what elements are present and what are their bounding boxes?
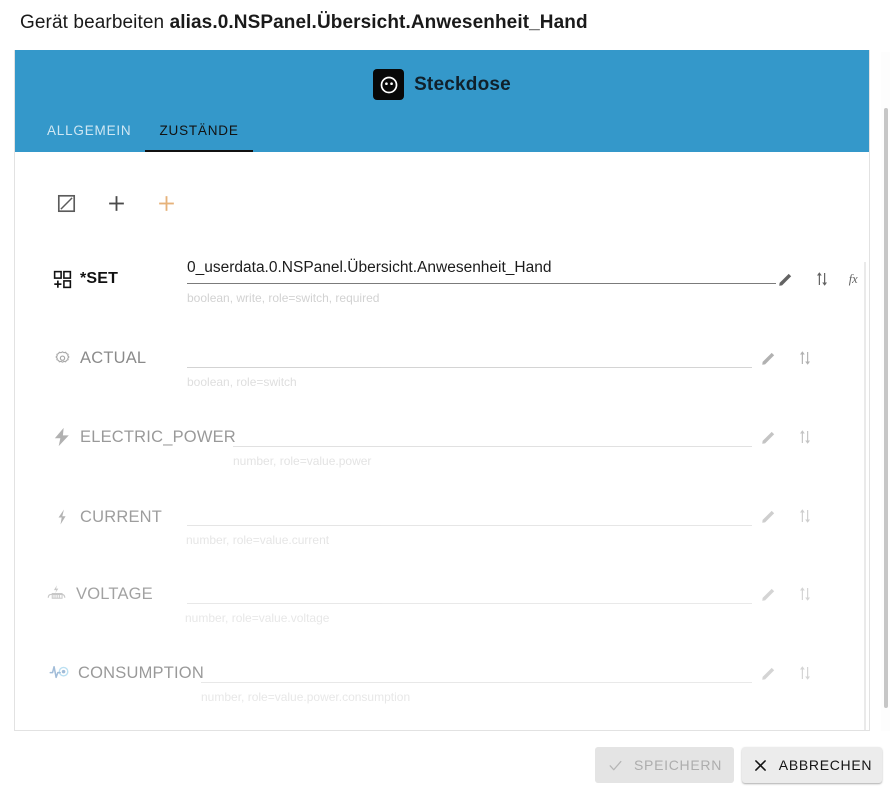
edit-box-icon[interactable] [53,190,79,216]
state-row-set-name: *SET [80,270,119,287]
page-scrollbar-thumb[interactable] [884,108,888,708]
state-row-set-field[interactable]: 0_userdata.0.NSPanel.Übersicht.Anwesenhe… [187,259,776,305]
state-row-current-value [187,501,752,522]
state-row-actual-label: ACTUAL [51,347,146,369]
state-row-voltage-value [187,579,752,600]
pulse-wave-icon [49,662,71,684]
save-button[interactable]: SPEICHERN [595,747,734,783]
state-row-electric-power-actions [759,427,814,446]
state-row-current-name: CURRENT [80,507,163,526]
swap-arrows-icon[interactable] [795,348,814,367]
state-row-consumption-label: CONSUMPTION [49,662,204,684]
field-underline [187,525,752,526]
edit-pencil-icon[interactable] [759,663,778,682]
state-row-set-actions: fx [776,269,867,288]
dialog-tabs: ALLGEMEIN ZUSTÄNDE [33,106,253,152]
state-row-electric-power-hint: number, role=value.power [233,454,372,468]
state-row-set: *SET 0_userdata.0.NSPanel.Übersicht.Anwe… [15,247,869,326]
state-row-consumption-actions [759,663,814,682]
state-row-consumption-value [201,658,752,679]
states-list: *SET 0_userdata.0.NSPanel.Übersicht.Anwe… [15,247,869,721]
field-underline [187,283,776,284]
state-row-current: CURRENT number, role=value.current [15,484,869,563]
state-row-set-hint: boolean, write, role=switch, required [187,291,380,305]
state-row-electric-power-label: ELECTRIC_POWER [51,426,236,448]
edit-device-dialog: Steckdose ALLGEMEIN ZUSTÄNDE *SET 0_user… [14,50,870,731]
state-row-current-hint: number, role=value.current [186,533,330,547]
field-underline [201,682,752,683]
swap-arrows-icon[interactable] [795,663,814,682]
states-toolbar [53,190,179,216]
cancel-button-label: ABBRECHEN [778,757,873,773]
check-icon [607,757,624,774]
edit-pencil-icon[interactable] [759,427,778,446]
device-brand: Steckdose [15,69,869,100]
resistor-icon [47,583,69,605]
device-brand-label: Steckdose [414,73,511,95]
edit-pencil-icon[interactable] [759,584,778,603]
swap-arrows-icon[interactable] [795,506,814,525]
edit-pencil-icon[interactable] [776,269,795,288]
close-x-icon [752,757,769,774]
page-title-object: alias.0.NSPanel.Übersicht.Anwesenheit_Ha… [169,12,588,33]
state-row-voltage-label: VOLTAGE [47,583,153,605]
state-row-consumption-field[interactable]: number, role=value.power.consumption [201,658,752,704]
field-underline [187,367,752,368]
state-row-current-label: CURRENT [51,506,162,528]
cancel-button[interactable]: ABBRECHEN [742,747,882,783]
add-custom-icon[interactable] [153,190,179,216]
dialog-body: *SET 0_userdata.0.NSPanel.Übersicht.Anwe… [15,152,869,730]
widgets-add-icon [51,268,73,290]
state-row-actual-actions [759,348,814,367]
add-icon[interactable] [103,190,129,216]
page-title-prefix: Gerät bearbeiten [20,12,165,33]
edit-pencil-icon[interactable] [759,348,778,367]
state-row-actual-value [187,343,752,364]
tab-allgemein[interactable]: ALLGEMEIN [33,123,145,152]
state-row-consumption-name: CONSUMPTION [78,663,204,682]
state-row-consumption: CONSUMPTION number, role=value.power.con… [15,642,869,721]
field-underline [233,446,752,447]
swap-arrows-icon[interactable] [812,269,831,288]
state-row-voltage-name: VOLTAGE [76,584,153,603]
state-row-voltage: VOLTAGE number, role=value.voltage [15,563,869,642]
state-row-electric-power-value [233,422,752,443]
page-scrollbar-track[interactable] [881,52,890,731]
bolt-filled-icon [51,426,73,448]
state-row-electric-power-field[interactable]: number, role=value.power [233,422,752,468]
state-row-actual-field[interactable]: boolean, role=switch [187,343,752,389]
state-row-consumption-hint: number, role=value.power.consumption [201,690,411,704]
panel-scrollbar[interactable] [864,262,866,730]
field-underline [187,603,752,604]
state-row-voltage-actions [759,584,814,603]
swap-arrows-icon[interactable] [795,584,814,603]
state-row-electric-power-name: ELECTRIC_POWER [80,427,236,446]
state-row-actual: ACTUAL boolean, role=switch [15,326,869,405]
state-row-voltage-field[interactable]: number, role=value.voltage [185,579,752,625]
state-row-voltage-hint: number, role=value.voltage [185,611,330,625]
state-row-current-field[interactable]: number, role=value.current [186,501,752,547]
page-title: Gerät bearbeiten alias.0.NSPanel.Übersic… [20,12,588,34]
state-row-set-value: 0_userdata.0.NSPanel.Übersicht.Anwesenhe… [187,259,552,276]
state-row-electric-power: ELECTRIC_POWER number, role=value.power [15,405,869,484]
power-socket-icon [373,69,405,100]
swap-arrows-icon[interactable] [795,427,814,446]
dialog-header: Steckdose ALLGEMEIN ZUSTÄNDE [15,50,869,152]
save-button-label: SPEICHERN [634,757,722,773]
state-row-set-label: *SET [51,268,118,290]
tab-zustaende[interactable]: ZUSTÄNDE [145,123,253,152]
gear-icon [51,347,73,369]
bolt-thin-icon [51,506,73,528]
state-row-actual-hint: boolean, role=switch [187,375,297,389]
dialog-footer: SPEICHERN ABBRECHEN [0,742,890,787]
state-row-current-actions [759,506,814,525]
state-row-actual-name: ACTUAL [80,348,147,367]
edit-pencil-icon[interactable] [759,506,778,525]
svg-text:fx: fx [849,272,858,286]
